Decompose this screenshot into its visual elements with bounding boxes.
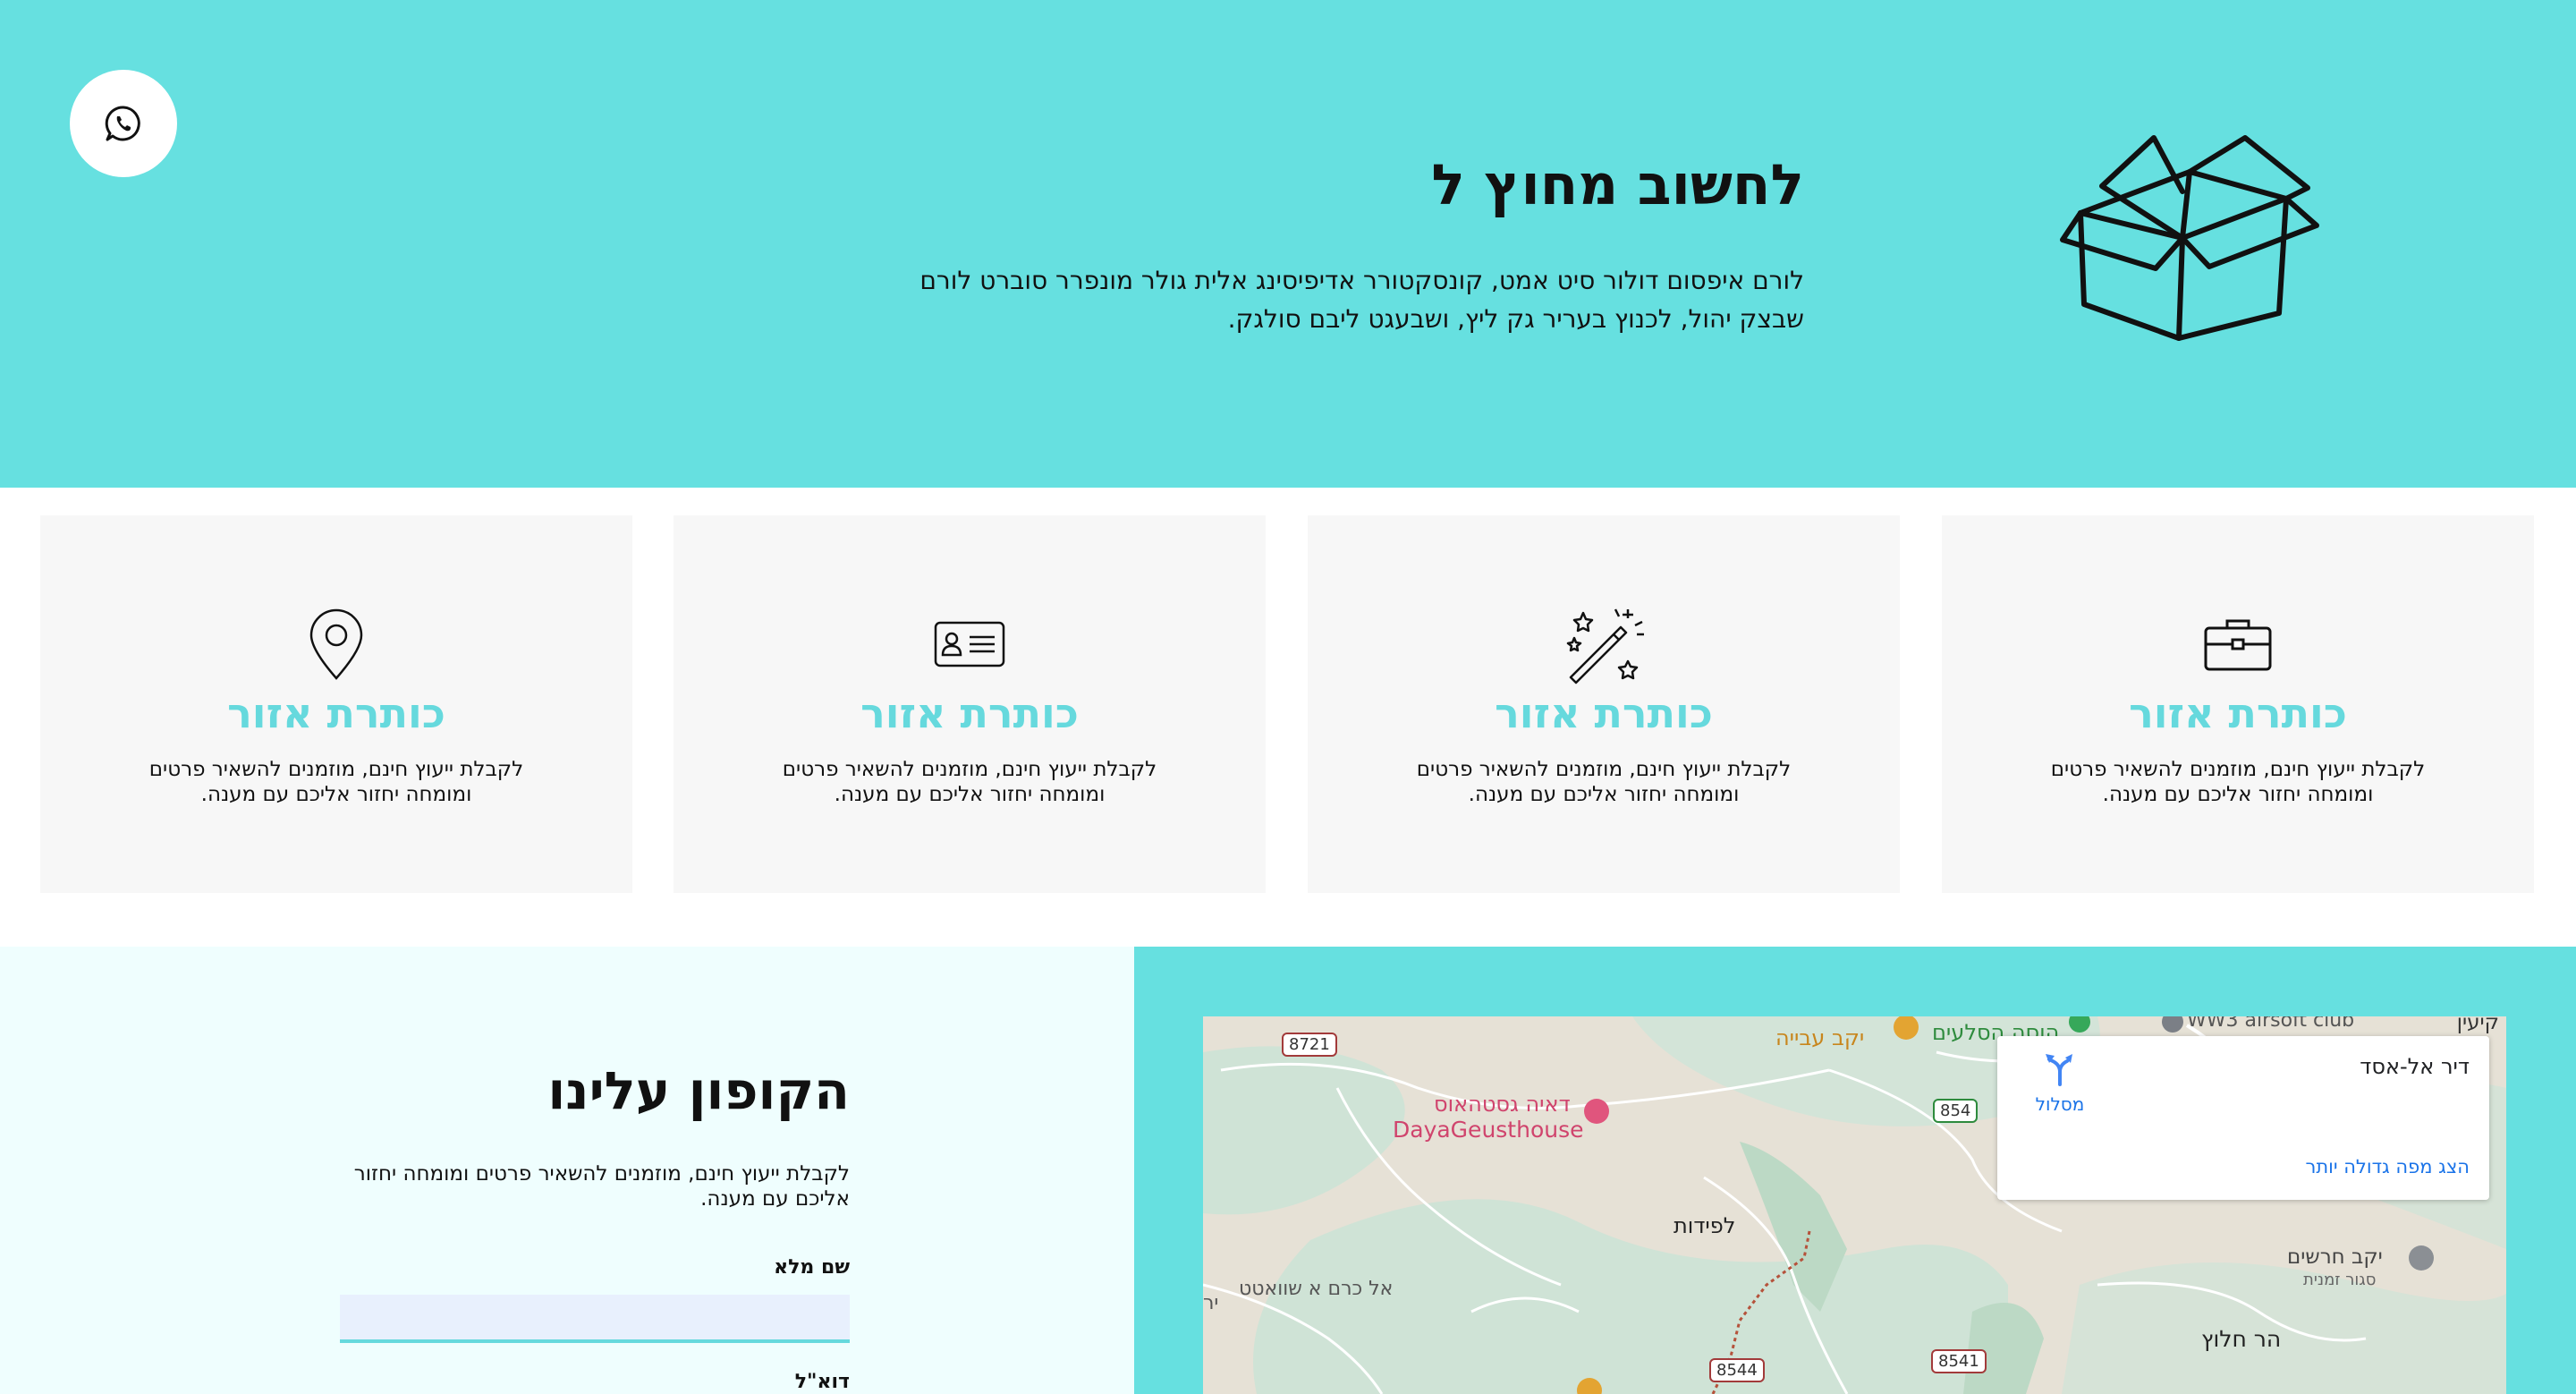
route-badge: 8544: [1709, 1358, 1765, 1382]
map-directions-button[interactable]: מסלול: [2024, 1050, 2096, 1115]
feature-text: לקבלת ייעוץ חינם, מוזמנים להשאיר פרטים ו…: [148, 758, 524, 806]
feature-text: לקבלת ייעוץ חינם, מוזמנים להשאיר פרטים ו…: [782, 758, 1157, 806]
open-box-icon: [2060, 135, 2319, 341]
feature-title: כותרת אזור: [2129, 689, 2347, 737]
feature-card: כותרת אזור לקבלת ייעוץ חינם, מוזמנים להש…: [1308, 515, 1900, 893]
map-place-card: דיר אל-אסד מסלול הצג מפה גדולה יותר: [1997, 1036, 2489, 1200]
map-label-guesthouse-he: דאיה גסטהאוס: [1434, 1092, 1571, 1117]
map-label-kerem-cut: יר: [1203, 1292, 1219, 1314]
map-place-name: דיר אל-אסד: [2360, 1054, 2470, 1079]
view-larger-map-link[interactable]: הצג מפה גדולה יותר: [2305, 1156, 2470, 1177]
coupon-title: הקופון עלינו: [547, 1060, 850, 1121]
id-card-icon: [927, 601, 1013, 687]
magic-wand-icon: [1561, 601, 1647, 687]
hero-title: לחשוב מחוץ ל: [1431, 152, 1804, 217]
map-label-lapidot: לפידות: [1674, 1213, 1736, 1238]
name-field[interactable]: [340, 1295, 850, 1343]
route-badge: 8721: [1282, 1033, 1337, 1057]
feature-title: כותרת אזור: [860, 689, 1079, 737]
name-label: שם מלא: [774, 1256, 850, 1279]
whatsapp-button[interactable]: [70, 70, 177, 177]
coupon-text: לקבלת ייעוץ חינם, מוזמנים להשאיר פרטים ו…: [353, 1162, 850, 1211]
briefcase-icon: [2195, 601, 2281, 687]
map-label-kharashim-sub: סגור זמנית: [2303, 1271, 2377, 1289]
map-directions-label: מסלול: [2035, 1093, 2085, 1115]
map-label-kharashim-winery: יקב חרשים: [2287, 1245, 2383, 1269]
map-label-top-right: קיעין: [2456, 1016, 2499, 1034]
route-badge: 8541: [1931, 1349, 1987, 1373]
hero-text: לורם איפסום דולור סיט אמט, קונסקטורר אדי…: [919, 266, 1804, 334]
route-badge: 854: [1933, 1099, 1979, 1123]
feature-text: לקבלת ייעוץ חינם, מוזמנים להשאיר פרטים ו…: [1416, 758, 1792, 806]
whatsapp-icon: [105, 106, 140, 141]
directions-icon: [2046, 1054, 2072, 1086]
map-label-kerem: אל כרם א שוואטט: [1239, 1278, 1394, 1300]
map-label-guesthouse-en: DayaGeusthouse: [1393, 1117, 1584, 1143]
feature-card: כותרת אזור לקבלת ייעוץ חינם, מוזמנים להש…: [674, 515, 1266, 893]
email-label: דוא"ל: [794, 1371, 850, 1393]
feature-card: כותרת אזור לקבלת ייעוץ חינם, מוזמנים להש…: [1942, 515, 2534, 893]
feature-text: לקבלת ייעוץ חינם, מוזמנים להשאיר פרטים ו…: [2050, 758, 2426, 806]
location-pin-icon: [293, 601, 379, 687]
feature-title: כותרת אזור: [1495, 689, 1713, 737]
feature-title: כותרת אזור: [227, 689, 445, 737]
map-label-halutz: הר חלוץ: [2201, 1326, 2282, 1352]
feature-card: כותרת אזור לקבלת ייעוץ חינם, מוזמנים להש…: [40, 515, 632, 893]
map-label-winery: יקב עבייה: [1775, 1025, 1865, 1050]
map-label-airsoft: WW3 airsoft club: [2187, 1016, 2355, 1032]
